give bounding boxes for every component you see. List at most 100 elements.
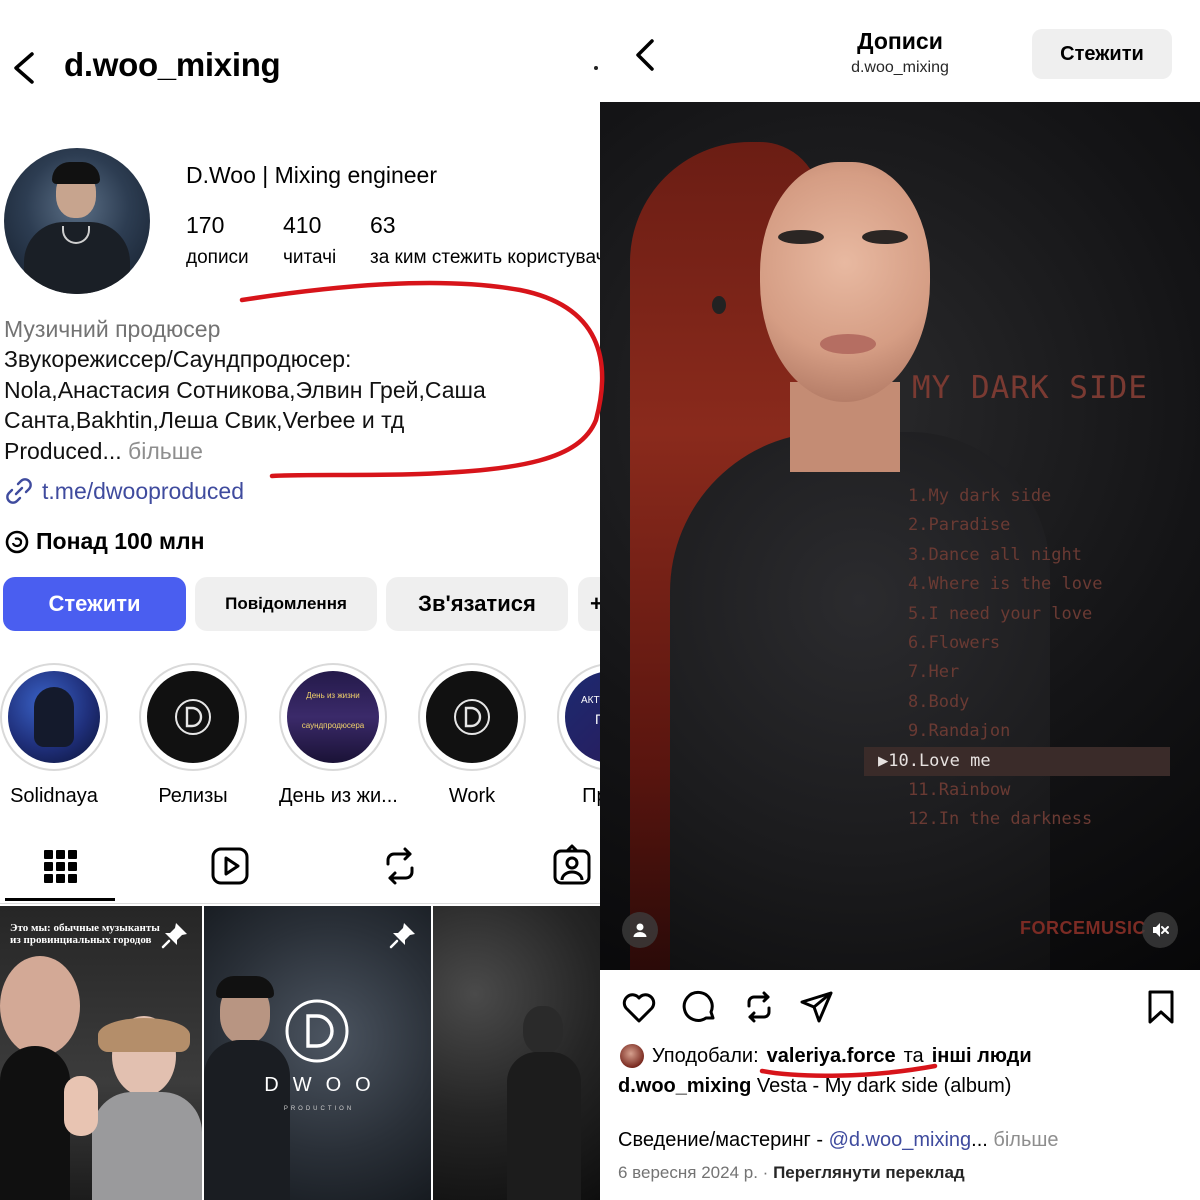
stat-followers-count: 410 xyxy=(283,212,322,238)
dwoo-wordmark: DWOO xyxy=(264,1074,385,1096)
post-screen: Дописи d.woo_mixing Стежити MY DARK SIDE… xyxy=(600,0,1200,1200)
stat-followers-label: читачі xyxy=(283,247,337,268)
grid-post-caption: Это мы: обычные музыканты из провинциаль… xyxy=(10,922,160,946)
track-item: 11.Rainbow xyxy=(908,779,1011,800)
post-header-username[interactable]: d.woo_mixing xyxy=(800,59,1000,77)
track-item-active: ▶10.Love me xyxy=(864,746,1170,776)
dwoo-logo-icon xyxy=(454,699,490,735)
contact-button[interactable]: Зв'язатися xyxy=(386,577,568,631)
dwoo-logo-icon xyxy=(175,699,211,735)
bookmark-icon[interactable] xyxy=(1142,988,1180,1026)
profile-full-name: D.Woo | Mixing engineer xyxy=(186,162,438,188)
threads-count: Понад 100 млн xyxy=(36,528,205,554)
track-item: 6.Flowers xyxy=(908,632,1001,653)
dwoo-subtitle: PRODUCTION xyxy=(283,1106,355,1112)
post-image[interactable]: MY DARK SIDE 1.My dark side 2.Paradise 3… xyxy=(600,102,1200,970)
avatar[interactable] xyxy=(4,148,150,294)
follow-button[interactable]: Стежити xyxy=(1032,29,1172,79)
liked-by-prefix: Уподобали: xyxy=(652,1044,759,1067)
highlight-item[interactable]: АКТУ П Прайс xyxy=(557,663,600,808)
credits-ellipsis: ... xyxy=(971,1129,988,1151)
track-item: 7.Her xyxy=(908,662,960,683)
back-arrow-icon[interactable] xyxy=(8,48,42,88)
tagged-icon[interactable] xyxy=(548,842,596,890)
post-header-title: Дописи xyxy=(857,28,943,54)
post-credits: Сведение/мастеринг - @d.woo_mixing... бі… xyxy=(618,1129,1059,1152)
stat-posts-label: дописи xyxy=(186,247,249,268)
grid-post-caption-line: из провинциальных городов xyxy=(10,934,152,946)
liked-by-row[interactable]: Уподобали: valeriya.force та інші люди xyxy=(620,1044,1032,1068)
back-arrow-icon[interactable] xyxy=(630,36,660,74)
highlight-item[interactable]: Релизы xyxy=(139,663,247,808)
divider xyxy=(0,903,600,904)
reels-icon[interactable] xyxy=(206,842,254,890)
message-button[interactable]: Повідомлення xyxy=(195,577,377,631)
track-item: 2.Paradise xyxy=(908,515,1011,536)
follow-button[interactable]: Стежити xyxy=(3,577,186,631)
mute-button[interactable] xyxy=(1142,912,1178,948)
threads-icon xyxy=(5,530,29,553)
post-caption: d.woo_mixing Vesta - My dark side (album… xyxy=(618,1075,1011,1098)
grid-post[interactable] xyxy=(433,906,600,1200)
highlight-cover-text: саундпродюсера xyxy=(301,721,365,730)
grid-icon[interactable] xyxy=(36,842,84,890)
track-item: 4.Where is the love xyxy=(908,574,1103,595)
liked-by-user[interactable]: valeriya.force xyxy=(767,1045,896,1068)
profile-username: d.woo_mixing xyxy=(64,46,281,83)
track-item: 3.Dance all night xyxy=(908,544,1082,565)
tracklist: 1.My dark side 2.Paradise 3.Dance all ni… xyxy=(864,482,1170,835)
bio-line: Санта,Bakhtin,Леша Свик,Verbee и тд xyxy=(4,407,405,433)
post-meta: 6 вересня 2024 р. · Переглянути переклад xyxy=(618,1163,965,1183)
pin-icon xyxy=(389,923,415,949)
highlight-cover-text: АКТУ xyxy=(581,695,600,706)
grid-post[interactable]: Это мы: обычные музыканты из провинциаль… xyxy=(0,906,202,1200)
stat-followers[interactable]: 410 читачі xyxy=(283,212,336,269)
bio-line: Звукорежиссер/Саундпродюсер: xyxy=(4,346,352,372)
liked-by-others[interactable]: інші люди xyxy=(932,1045,1032,1068)
track-item: 8.Body xyxy=(908,691,970,712)
profile-link-text: t.me/dwooproduced xyxy=(42,477,245,504)
profile-screen: d.woo_mixing D.Woo | Mixing engineer 170… xyxy=(0,0,600,1200)
highlight-label: День из жи... xyxy=(279,785,398,807)
highlight-label: Прайс xyxy=(582,785,600,807)
credits-mention[interactable]: @d.woo_mixing xyxy=(829,1129,972,1151)
highlight-item[interactable]: День из жизни саундпродюсера День из жи.… xyxy=(279,663,398,808)
meta-separator: · xyxy=(762,1163,769,1182)
share-icon[interactable] xyxy=(798,988,836,1026)
person-icon xyxy=(633,923,647,937)
link-icon xyxy=(6,478,32,504)
grid-post-caption-line: Это мы: обычные музыканты xyxy=(10,922,160,934)
stat-following-label: за ким стежить користувач xyxy=(370,247,600,268)
grid-post[interactable]: DWOO PRODUCTION xyxy=(204,906,431,1200)
liker-avatar xyxy=(620,1044,644,1068)
highlight-label: Релизы xyxy=(158,785,228,807)
dwoo-logo-icon xyxy=(285,999,349,1063)
repost-icon[interactable] xyxy=(740,988,778,1026)
bio-more-link[interactable]: більше xyxy=(128,438,203,464)
stat-posts[interactable]: 170 дописи xyxy=(186,212,249,269)
highlight-label: Work xyxy=(448,785,496,807)
threads-badge[interactable]: Понад 100 млн xyxy=(4,528,205,555)
highlight-item[interactable]: Solidnaya xyxy=(0,663,108,808)
repost-icon[interactable] xyxy=(376,842,424,890)
active-tab-indicator xyxy=(5,898,115,901)
speaker-muted-icon xyxy=(1153,923,1169,937)
caption-username[interactable]: d.woo_mixing xyxy=(618,1075,751,1097)
tagged-users-button[interactable] xyxy=(622,912,658,948)
bio-line: Nola,Анастасия Сотникова,Элвин Грей,Саша xyxy=(4,377,486,403)
album-title: MY DARK SIDE xyxy=(912,370,1148,406)
highlight-item[interactable]: Work xyxy=(418,663,526,808)
stat-following[interactable]: 63 за ким стежить користувач xyxy=(370,212,600,269)
profile-link[interactable]: t.me/dwooproduced xyxy=(4,476,244,506)
menu-dot-icon[interactable] xyxy=(594,66,598,70)
heart-icon[interactable] xyxy=(620,988,658,1026)
liked-by-and: та xyxy=(903,1044,924,1067)
label-brand: FORCEMUSIC xyxy=(1020,918,1146,938)
add-person-button[interactable]: + xyxy=(578,577,600,631)
stat-following-count: 63 xyxy=(370,212,396,238)
comment-icon[interactable] xyxy=(680,988,718,1026)
caption-text: Vesta - My dark side (album) xyxy=(756,1075,1012,1097)
caption-more-link[interactable]: більше xyxy=(993,1129,1058,1151)
see-translation-link[interactable]: Переглянути переклад xyxy=(773,1163,965,1182)
bio-last-line: Produced... більше xyxy=(4,438,203,465)
